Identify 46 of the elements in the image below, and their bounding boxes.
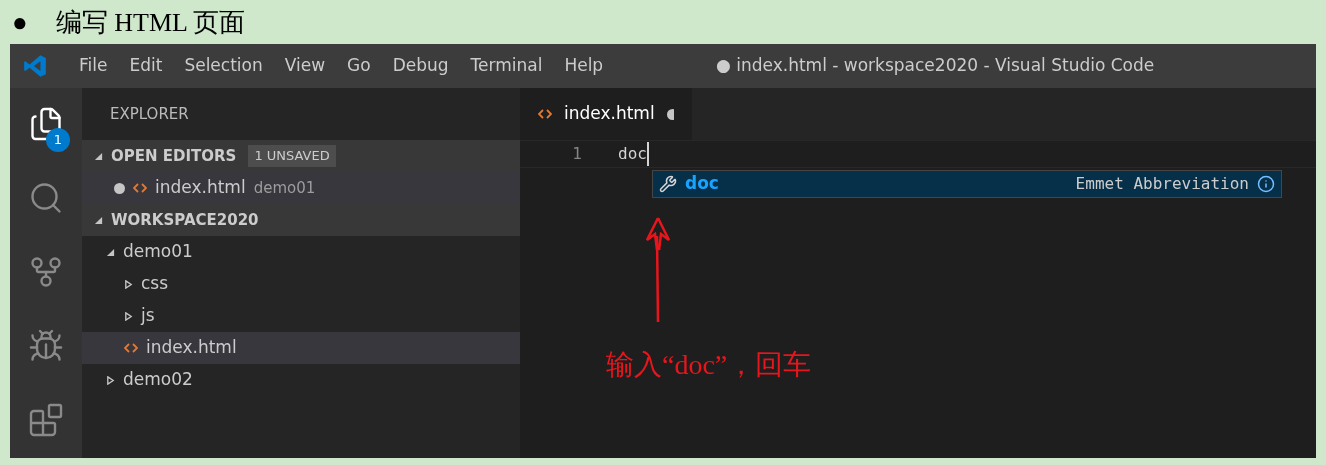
badge: 1 UNSAVED [248,145,336,167]
section-header[interactable]: OPEN EDITORS 1 UNSAVED [82,140,520,172]
info-icon[interactable] [1257,175,1275,193]
expanded-caret-icon[interactable] [106,247,115,257]
collapsed-caret-icon[interactable] [106,375,115,385]
bullet: ● [12,6,28,39]
code-text: doc [618,142,649,166]
expanded-caret-icon[interactable] [94,151,103,161]
sidebar-title: EXPLORER [110,103,189,125]
tree-item[interactable]: demo02 [82,364,520,396]
collapsed-caret-icon[interactable] [124,311,133,321]
menu-item[interactable]: Edit [118,53,174,79]
code-brackets-icon [538,108,552,120]
line-number: 1 [571,143,582,165]
tree-item[interactable]: index.html [82,332,520,364]
collapsed-caret-icon[interactable] [124,279,133,289]
section-title: WORKSPACE2020 [111,209,259,231]
code-brackets-icon [124,342,138,354]
app-logo-icon [22,53,48,79]
bug-icon[interactable] [28,328,64,364]
window-title: ● index.html - workspace2020 - Visual Studio Code [716,54,1155,78]
tree-item[interactable]: js [82,300,520,332]
extensions-icon[interactable] [28,402,64,438]
suggestion-item[interactable]: doc Emmet Abbreviation [652,170,1282,198]
code-brackets-icon [133,182,147,194]
tree-item[interactable]: demo01 [82,236,520,268]
menu-item[interactable]: File [68,53,119,79]
menu-item[interactable]: Go [336,53,382,79]
search-icon[interactable] [28,180,64,216]
branch-icon[interactable] [28,254,64,290]
section-title: OPEN EDITORS [111,145,237,167]
section-header[interactable]: WORKSPACE2020 [82,204,520,236]
menu-item[interactable]: Terminal [459,53,554,79]
files-icon[interactable] [28,106,64,142]
wrench-icon [659,175,677,193]
editor-tab[interactable]: index.html [520,88,692,140]
annotation: 输入“doc”，回车 [606,348,812,382]
tree-item[interactable]: css [82,268,520,300]
menu-item[interactable]: Help [553,53,615,79]
expanded-caret-icon[interactable] [94,215,103,225]
heading: 编写 HTML 页面 [55,6,246,39]
menu-item[interactable]: View [273,53,337,79]
open-editor-item[interactable]: index.html demo01 [82,172,520,204]
menu-item[interactable]: Selection [173,53,274,79]
menu-item[interactable]: Debug [381,53,460,79]
badge: 1 [46,128,70,152]
